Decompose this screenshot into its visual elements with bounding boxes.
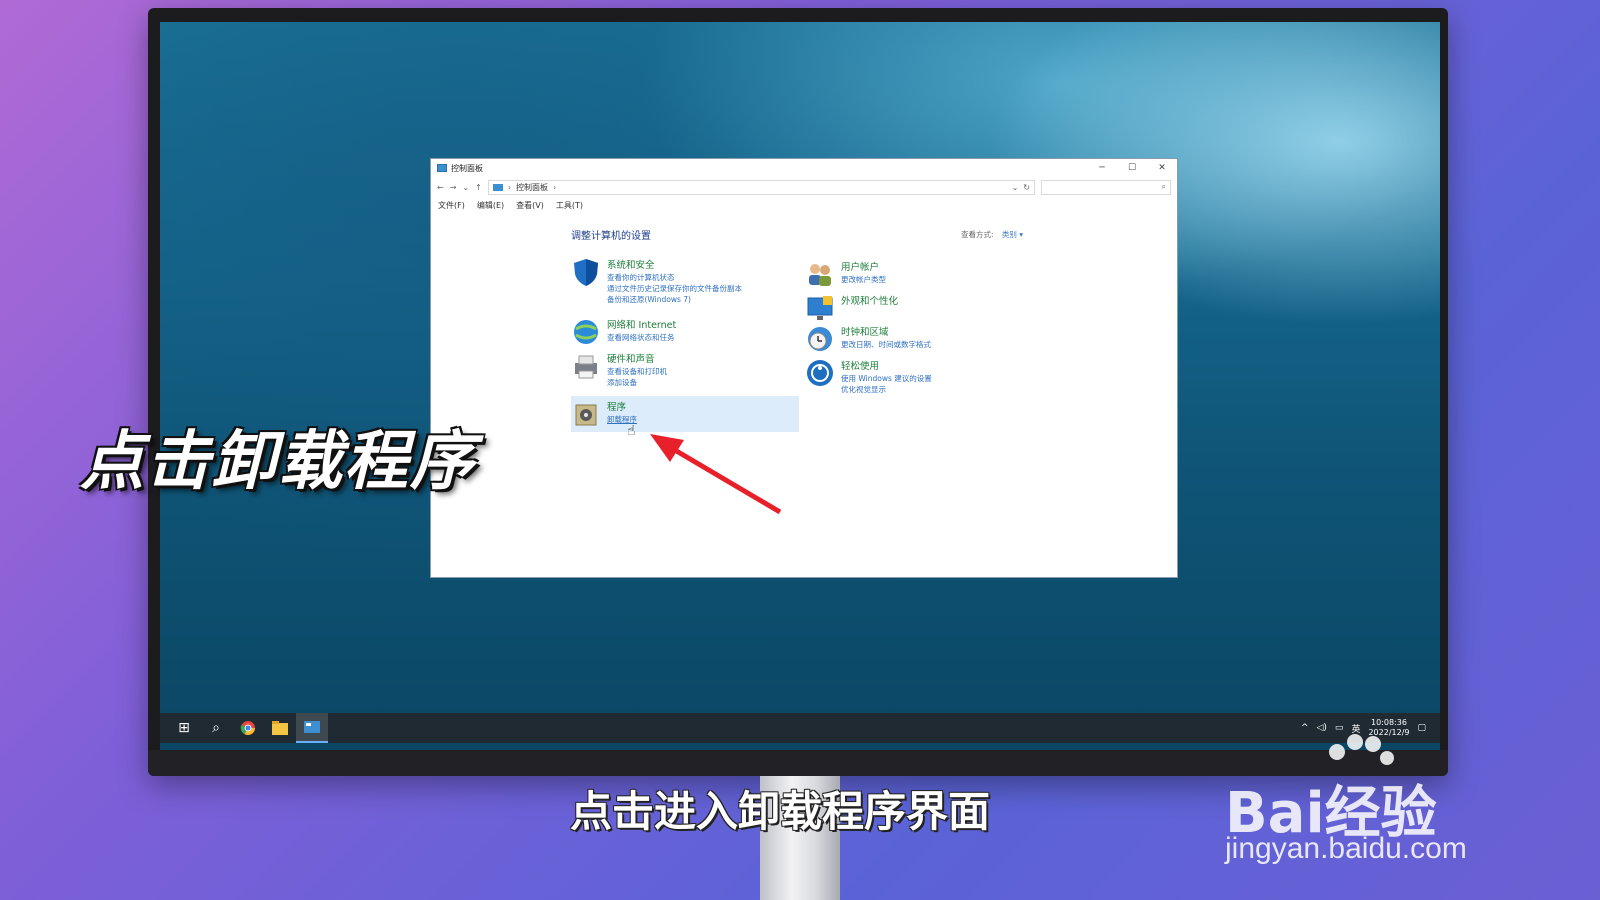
view-by-label: 查看方式: xyxy=(961,230,994,239)
category-title[interactable]: 系统和安全 xyxy=(607,257,742,271)
video-subtitle: 点击进入卸载程序界面 xyxy=(570,787,991,836)
link-backup-restore[interactable]: 备份和还原(Windows 7) xyxy=(607,294,742,305)
search-input[interactable]: ⌕ xyxy=(1041,179,1171,195)
view-by: 查看方式: 类别 ▾ xyxy=(961,229,1023,240)
ease-of-access-icon xyxy=(807,360,833,386)
breadcrumb-separator-icon: › xyxy=(507,182,512,192)
back-arrow-icon[interactable]: ← xyxy=(437,183,444,192)
category-system-security: 系统和安全 查看你的计算机状态 通过文件历史记录保存你的文件备份副本 备份和还原… xyxy=(571,257,742,305)
link-recommended-settings[interactable]: 使用 Windows 建议的设置 xyxy=(841,373,932,384)
control-panel-icon xyxy=(437,164,447,172)
category-appearance: 外观和个性化 xyxy=(805,293,898,323)
link-date-time-format[interactable]: 更改日期、时间或数字格式 xyxy=(841,339,931,350)
menu-tools[interactable]: 工具(T) xyxy=(556,200,583,211)
close-button[interactable]: ✕ xyxy=(1147,163,1177,173)
menu-bar: 文件(F) 编辑(E) 查看(V) 工具(T) xyxy=(431,197,1177,213)
refresh-icon[interactable]: ↻ xyxy=(1023,183,1030,192)
chrome-browser-icon[interactable] xyxy=(232,713,264,743)
start-windows-icon[interactable]: ⊞ xyxy=(168,713,200,743)
watermark-url: jingyan.baidu.com xyxy=(1225,832,1467,865)
chevron-up-icon[interactable]: ^ xyxy=(1301,723,1309,733)
menu-edit[interactable]: 编辑(E) xyxy=(477,200,504,211)
address-bar[interactable]: › 控制面板 › ⌄ ↻ xyxy=(487,179,1035,195)
file-explorer-icon[interactable] xyxy=(264,713,296,743)
search-icon[interactable]: ⌕ xyxy=(200,713,232,743)
mouse-cursor-icon: ☝ xyxy=(627,423,636,439)
link-add-device[interactable]: 添加设备 xyxy=(607,377,667,388)
link-network-status[interactable]: 查看网络状态和任务 xyxy=(607,332,676,343)
taskbar: ⊞ ⌕ ^ ◁) ▭ 英 10:08:36 2022/12/9 ▢ xyxy=(160,713,1440,743)
category-network-internet: 网络和 Internet 查看网络状态和任务 xyxy=(571,317,676,347)
link-change-account-type[interactable]: 更改帐户类型 xyxy=(841,274,886,285)
category-title[interactable]: 硬件和声音 xyxy=(607,351,667,365)
link-optimize-display[interactable]: 优化视觉显示 xyxy=(841,384,932,395)
menu-file[interactable]: 文件(F) xyxy=(438,200,465,211)
baidu-watermark: Bai经验 jingyan.baidu.com xyxy=(1225,734,1525,870)
category-title[interactable]: 外观和个性化 xyxy=(841,293,898,307)
category-programs[interactable]: 程序 卸载程序 xyxy=(571,396,799,432)
address-row: ← → ⌄ ↑ › 控制面板 › ⌄ ↻ ⌕ xyxy=(431,177,1177,197)
control-panel-window: 控制面板 ─ ☐ ✕ ← → ⌄ ↑ › 控制面板 › ⌄ ↻ ⌕ 文件(F) … xyxy=(430,158,1178,578)
category-title[interactable]: 程序 xyxy=(607,399,637,413)
link-check-status[interactable]: 查看你的计算机状态 xyxy=(607,272,742,283)
link-devices-printers[interactable]: 查看设备和打印机 xyxy=(607,366,667,377)
category-title[interactable]: 轻松使用 xyxy=(841,358,932,372)
forward-arrow-icon[interactable]: → xyxy=(450,183,457,192)
globe-network-icon xyxy=(574,320,598,344)
control-panel-taskbar-icon[interactable] xyxy=(296,713,328,743)
category-ease-of-access: 轻松使用 使用 Windows 建议的设置 优化视觉显示 xyxy=(805,358,932,395)
up-arrow-icon[interactable]: ↑ xyxy=(475,183,482,192)
title-bar: 控制面板 ─ ☐ ✕ xyxy=(431,159,1177,177)
notification-icon[interactable]: ▢ xyxy=(1417,723,1426,733)
clock-globe-icon xyxy=(808,327,832,351)
category-title[interactable]: 网络和 Internet xyxy=(607,317,676,331)
shield-icon xyxy=(574,259,598,286)
programs-icon xyxy=(575,404,597,426)
chevron-down-icon[interactable]: ⌄ xyxy=(462,183,469,192)
dropdown-icon[interactable]: ⌄ xyxy=(1012,183,1019,192)
category-hardware-sound: 硬件和声音 查看设备和打印机 添加设备 xyxy=(571,351,667,388)
printer-icon xyxy=(575,355,597,379)
category-user-accounts: 用户帐户 更改帐户类型 xyxy=(805,259,886,289)
menu-view[interactable]: 查看(V) xyxy=(516,200,544,211)
breadcrumb-separator-icon: › xyxy=(553,182,557,192)
minimize-button[interactable]: ─ xyxy=(1087,163,1117,173)
control-panel-content: 调整计算机的设置 查看方式: 类别 ▾ 系统和安全 查看你的计算机状态 通过文件… xyxy=(431,213,1177,577)
users-icon xyxy=(809,264,831,286)
window-title: 控制面板 xyxy=(451,163,483,173)
link-file-history[interactable]: 通过文件历史记录保存你的文件备份副本 xyxy=(607,283,742,294)
category-clock-region: 时钟和区域 更改日期、时间或数字格式 xyxy=(805,324,931,354)
maximize-button[interactable]: ☐ xyxy=(1117,163,1147,173)
clock-time: 10:08:36 xyxy=(1371,718,1407,727)
search-icon: ⌕ xyxy=(1161,182,1166,191)
appearance-icon xyxy=(807,296,833,320)
page-title: 调整计算机的设置 xyxy=(571,231,651,242)
breadcrumb-control-panel[interactable]: 控制面板 xyxy=(516,182,548,193)
category-title[interactable]: 用户帐户 xyxy=(841,259,886,273)
view-by-dropdown[interactable]: 类别 ▾ xyxy=(1002,230,1023,239)
control-panel-small-icon xyxy=(492,183,503,191)
category-title[interactable]: 时钟和区域 xyxy=(841,324,931,338)
instruction-caption: 点击卸载程序 xyxy=(80,425,476,499)
